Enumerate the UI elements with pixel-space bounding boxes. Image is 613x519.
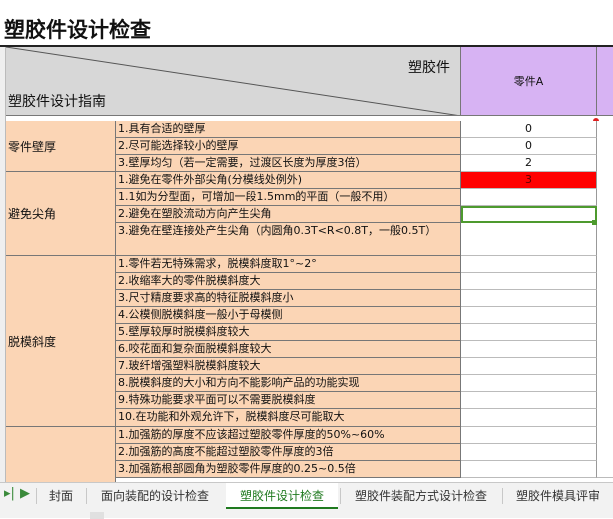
guide-item[interactable]: 1.1如为分型面，可增加一段1.5mm的平面（一般不用）: [116, 189, 461, 206]
value-cell[interactable]: [461, 273, 597, 290]
guide-item[interactable]: 2.避免在塑胶流动方向产生尖角: [116, 206, 461, 223]
scroll-right-tab-icon[interactable]: ▶: [20, 486, 30, 501]
guide-item[interactable]: 2.收缩率大的零件脱模斜度大: [116, 273, 461, 290]
tab-assembly-design-check[interactable]: 面向装配的设计检查: [88, 483, 222, 509]
tab-plastic-part-design-check[interactable]: 塑胶件设计检查: [226, 483, 338, 509]
guide-item[interactable]: 3.尺寸精度要求高的特征脱模斜度小: [116, 290, 461, 307]
header-bottom-label: 塑胶件设计指南: [8, 94, 106, 110]
guide-item[interactable]: 9.特殊功能要求平面可以不需要脱模斜度: [116, 392, 461, 409]
guide-item[interactable]: 7.玻纤增强塑料脱模斜度较大: [116, 358, 461, 375]
guide-item[interactable]: 4.公模侧脱模斜度一般小于母模侧: [116, 307, 461, 324]
guide-item[interactable]: 8.脱模斜度的大小和方向不能影响产品的功能实现: [116, 375, 461, 392]
guide-item[interactable]: 1.零件若无特殊需求，脱模斜度取1°~2°: [116, 256, 461, 273]
value-cell[interactable]: 0: [461, 138, 597, 155]
value-cell[interactable]: 0: [461, 121, 597, 138]
tab-separator: [86, 488, 87, 504]
part-column-header[interactable]: 零件A: [461, 47, 597, 116]
value-cell[interactable]: [461, 392, 597, 409]
value-cell-flagged[interactable]: 3: [461, 172, 597, 189]
value-cell[interactable]: [461, 256, 597, 273]
value-cell[interactable]: [461, 223, 597, 256]
sheet-tab-bar: ▸| ▶ 封面 面向装配的设计检查 塑胶件设计检查 塑胶件装配方式设计检查 塑胶…: [0, 482, 613, 519]
tab-separator: [502, 488, 503, 504]
next-column-header[interactable]: [597, 47, 613, 116]
tab-cover[interactable]: 封面: [38, 483, 84, 509]
value-cell[interactable]: [461, 189, 597, 206]
category-wall-thickness[interactable]: 零件壁厚: [6, 121, 116, 172]
category-draft-angle[interactable]: 脱模斜度: [6, 256, 116, 427]
header-top-label: 塑胶件: [408, 60, 450, 76]
guide-item[interactable]: 2.加强筋的高度不能超过塑胶零件厚度的3倍: [116, 444, 461, 461]
value-cell[interactable]: [461, 358, 597, 375]
next-column-cells[interactable]: [597, 121, 613, 478]
category-ribs[interactable]: [6, 427, 116, 482]
guide-item[interactable]: 3.避免在壁连接处产生尖角（内圆角0.3T<R<0.8T，一般0.5T）: [116, 223, 461, 256]
value-cell[interactable]: [461, 375, 597, 392]
guide-item[interactable]: 3.加强筋根部圆角为塑胶零件厚度的0.25~0.5倍: [116, 461, 461, 478]
spreadsheet-area: 塑胶件设计检查 塑胶件 塑胶件设计指南 零件A 零件壁厚 避免尖角 脱模斜度 1…: [0, 0, 613, 482]
selected-value-cell[interactable]: [461, 206, 597, 223]
guide-item[interactable]: 1.具有合适的壁厚: [116, 121, 461, 138]
guide-item[interactable]: 1.加强筋的厚度不应该超过塑胶零件厚度的50%~60%: [116, 427, 461, 444]
guide-item[interactable]: 5.壁厚较厚时脱模斜度较大: [116, 324, 461, 341]
value-cell[interactable]: [461, 341, 597, 358]
scroll-last-tab-icon[interactable]: ▸|: [4, 486, 15, 501]
tab-separator: [36, 488, 37, 504]
value-cell[interactable]: [461, 307, 597, 324]
value-cell[interactable]: [461, 324, 597, 341]
guide-item[interactable]: 10.在功能和外观允许下，脱模斜度尽可能取大: [116, 409, 461, 427]
guide-item[interactable]: 1.避免在零件外部尖角(分模线处例外): [116, 172, 461, 189]
guide-item[interactable]: 3.壁厚均匀（若一定需要，过渡区长度为厚度3倍）: [116, 155, 461, 172]
tab-mold-review[interactable]: 塑胶件模具评审: [504, 483, 612, 509]
tab-assembly-method-check[interactable]: 塑胶件装配方式设计检查: [342, 483, 500, 509]
value-cell[interactable]: [461, 409, 597, 427]
tab-separator: [340, 488, 341, 504]
guide-item[interactable]: 2.尽可能选择较小的壁厚: [116, 138, 461, 155]
value-cell[interactable]: [461, 427, 597, 444]
category-avoid-sharp-corners[interactable]: 避免尖角: [6, 172, 116, 256]
guide-item[interactable]: 6.咬花面和复杂面脱模斜度较大: [116, 341, 461, 358]
value-cell[interactable]: [461, 290, 597, 307]
value-cell[interactable]: 2: [461, 155, 597, 172]
diagonal-header-cell[interactable]: 塑胶件 塑胶件设计指南: [6, 47, 461, 116]
sheet-title: 塑胶件设计检查: [4, 18, 151, 42]
value-cell[interactable]: [461, 444, 597, 461]
value-cell[interactable]: [461, 461, 597, 478]
